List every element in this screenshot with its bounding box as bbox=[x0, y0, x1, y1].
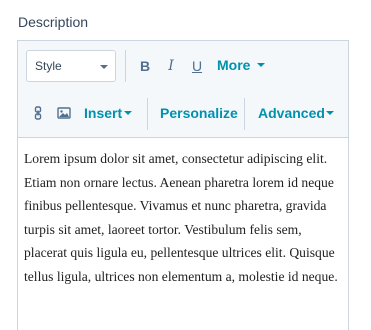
toolbar-divider bbox=[125, 50, 126, 82]
editor-body-text[interactable]: Lorem ipsum dolor sit amet, consectetur … bbox=[24, 147, 346, 289]
personalize-button[interactable]: Personalize bbox=[160, 105, 238, 121]
chevron-down-icon bbox=[257, 63, 265, 67]
chevron-down-icon bbox=[100, 65, 108, 69]
advanced-label: Advanced bbox=[258, 105, 325, 121]
image-icon bbox=[57, 107, 71, 119]
insert-button[interactable]: Insert bbox=[84, 105, 136, 121]
more-button[interactable]: More bbox=[217, 57, 267, 73]
more-label: More bbox=[217, 57, 251, 73]
rich-text-editor: Style B I U More Insert Personalize Adva… bbox=[17, 40, 349, 330]
toolbar-divider bbox=[244, 98, 245, 130]
chevron-down-icon bbox=[124, 111, 132, 115]
toolbar-divider bbox=[147, 98, 148, 130]
style-select-value: Style bbox=[35, 59, 62, 73]
underline-button[interactable]: U bbox=[187, 54, 207, 78]
italic-button[interactable]: I bbox=[161, 54, 181, 78]
insert-label: Insert bbox=[84, 105, 123, 121]
link-button[interactable] bbox=[30, 101, 46, 125]
advanced-button[interactable]: Advanced bbox=[258, 105, 336, 121]
editor-toolbar: Style B I U More Insert Personalize Adva… bbox=[18, 41, 348, 138]
description-label: Description bbox=[18, 14, 89, 30]
link-icon bbox=[34, 106, 42, 120]
image-button[interactable] bbox=[55, 101, 73, 125]
chevron-down-icon bbox=[326, 111, 334, 115]
bold-button[interactable]: B bbox=[135, 54, 155, 78]
style-select[interactable]: Style bbox=[26, 50, 116, 82]
